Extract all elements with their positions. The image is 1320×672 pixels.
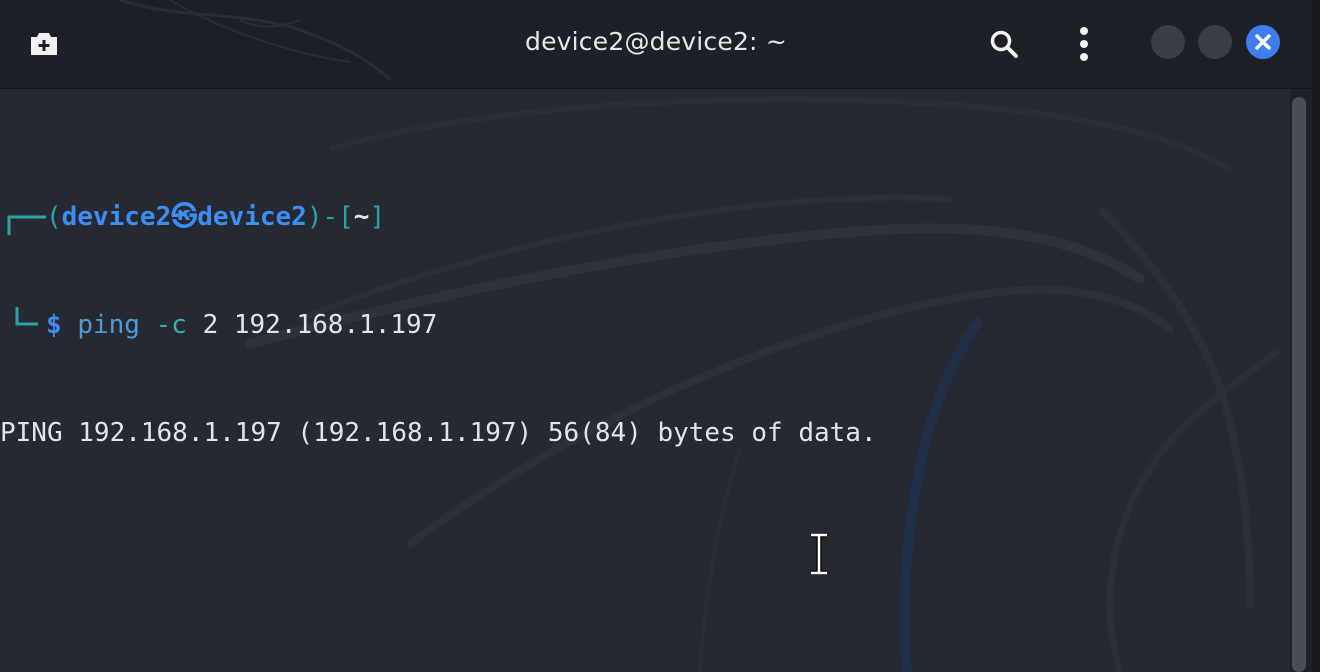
vertical-scrollbar[interactable]	[1290, 89, 1312, 672]
prompt-user: device2	[61, 202, 172, 232]
search-icon	[990, 30, 1018, 58]
close-button[interactable]	[1246, 25, 1280, 59]
minimize-button[interactable]	[1151, 25, 1185, 59]
prompt-at-symbol: ㉿	[171, 202, 198, 232]
search-button[interactable]	[982, 22, 1026, 66]
command-name: ping	[77, 310, 140, 340]
command-line: $ ping -c 2 192.168.1.197	[0, 307, 877, 343]
prompt-cwd: ~	[353, 202, 370, 232]
menu-button[interactable]	[1064, 22, 1104, 66]
prompt-close-bracket: ]	[369, 202, 386, 232]
desktop-edge	[1312, 0, 1320, 672]
text-cursor-icon	[811, 533, 827, 575]
terminal-output-area[interactable]: (device2 ㉿ device2)-[~] $ ping -c 2 192.16…	[0, 89, 1290, 672]
title-bar[interactable]: device2@device2: ~	[0, 0, 1312, 89]
terminal-window: device2@device2: ~ (device2 ㉿ device2)…	[0, 0, 1312, 672]
window-title: device2@device2: ~	[525, 27, 787, 56]
prompt-bottom-corner-icon	[15, 307, 38, 326]
prompt-close-paren: )-[	[306, 202, 354, 232]
prompt-open-paren: (	[46, 202, 62, 232]
terminal-text: (device2 ㉿ device2)-[~] $ ping -c 2 192.16…	[0, 127, 877, 523]
output-line: PING 192.168.1.197 (192.168.1.197) 56(84…	[0, 415, 877, 451]
maximize-button[interactable]	[1198, 25, 1232, 59]
command-flag: -c	[155, 310, 187, 340]
command-args: 2 192.168.1.197	[202, 310, 438, 340]
prompt-line: (device2 ㉿ device2)-[~]	[0, 199, 877, 235]
output-text: PING 192.168.1.197 (192.168.1.197) 56(84…	[0, 418, 877, 448]
kebab-menu-icon	[1080, 27, 1088, 61]
prompt-top-corner-icon	[7, 215, 46, 235]
close-icon	[1255, 34, 1271, 50]
prompt-dollar: $	[46, 310, 62, 340]
prompt-host: device2	[197, 202, 307, 232]
scrollbar-thumb[interactable]	[1292, 97, 1306, 672]
